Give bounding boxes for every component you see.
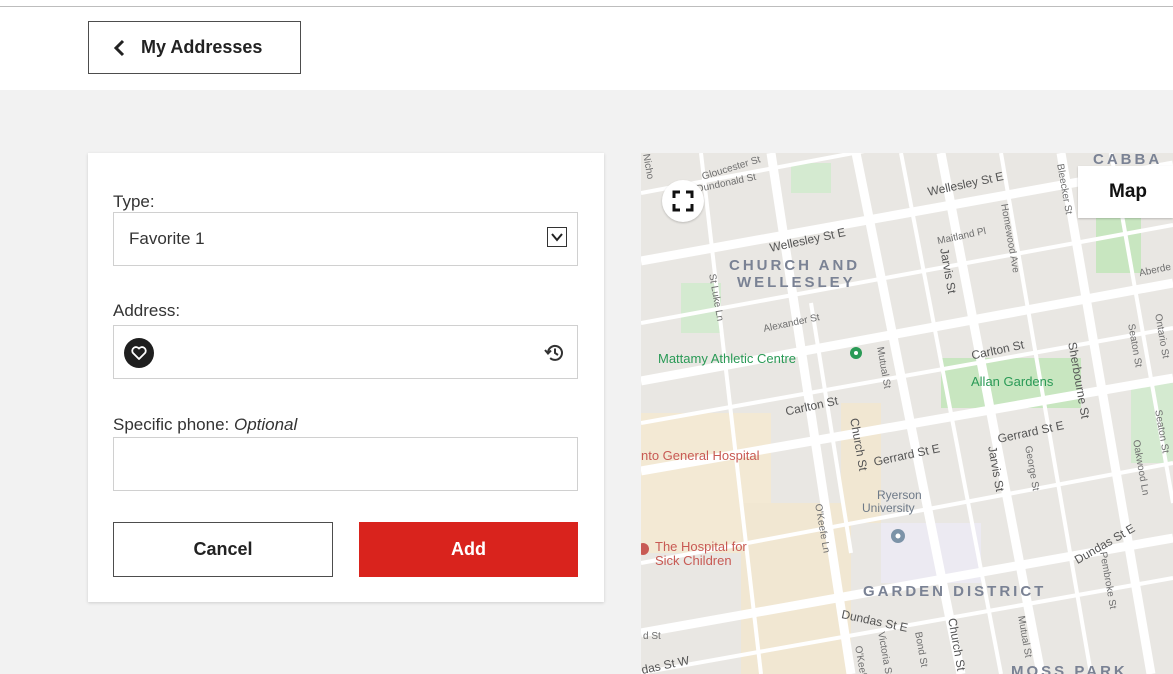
address-form-card: Type: Favorite 1 Address: Specific phone… bbox=[88, 153, 604, 602]
map-street: d St bbox=[643, 631, 661, 642]
map-label-garden-district: GARDEN DISTRICT bbox=[863, 583, 1047, 600]
map-poi-ryerson-2: University bbox=[862, 501, 915, 515]
cancel-button[interactable]: Cancel bbox=[113, 522, 333, 577]
map-view[interactable]: CHURCH AND WELLESLEY GARDEN DISTRICT CAB… bbox=[641, 153, 1173, 674]
park-area bbox=[791, 163, 831, 193]
back-button-label: My Addresses bbox=[141, 37, 263, 57]
history-icon[interactable] bbox=[543, 341, 567, 365]
chevron-left-icon bbox=[113, 39, 125, 56]
heart-icon[interactable] bbox=[124, 338, 154, 368]
map-label-moss-park: MOSS PARK bbox=[1011, 663, 1128, 674]
type-select[interactable]: Favorite 1 bbox=[113, 212, 578, 266]
address-field[interactable] bbox=[113, 325, 578, 379]
type-selected-value: Favorite 1 bbox=[129, 229, 205, 248]
type-label: Type: bbox=[113, 192, 155, 211]
address-label: Address: bbox=[113, 301, 181, 320]
top-divider bbox=[0, 6, 1173, 7]
map-fullscreen-button[interactable] bbox=[662, 180, 704, 222]
phone-optional-text: Optional bbox=[233, 415, 298, 434]
map-pin-icon bbox=[850, 347, 862, 359]
map-poi-mattamy: Mattamy Athletic Centre bbox=[658, 351, 796, 366]
phone-label: Specific phone: Optional bbox=[113, 415, 297, 435]
map-poi-general-hospital: nto General Hospital bbox=[641, 448, 760, 463]
map-label-church-wellesley: CHURCH AND bbox=[729, 257, 861, 274]
map-poi-allan-gardens: Allan Gardens bbox=[971, 374, 1054, 389]
map-poi-sick-children-2: Sick Children bbox=[655, 553, 732, 568]
map-label-church-wellesley-2: WELLESLEY bbox=[737, 274, 856, 291]
map-pin-icon bbox=[891, 529, 905, 543]
map-type-button[interactable]: Map bbox=[1078, 166, 1173, 218]
phone-label-text: Specific phone: bbox=[113, 415, 234, 434]
back-to-my-addresses-button[interactable]: My Addresses bbox=[88, 21, 301, 74]
add-button[interactable]: Add bbox=[359, 522, 578, 577]
fullscreen-icon bbox=[672, 190, 694, 212]
chevron-down-icon bbox=[547, 227, 567, 247]
phone-input[interactable] bbox=[113, 437, 578, 491]
map-poi-sick-children-1: The Hospital for bbox=[655, 539, 747, 554]
